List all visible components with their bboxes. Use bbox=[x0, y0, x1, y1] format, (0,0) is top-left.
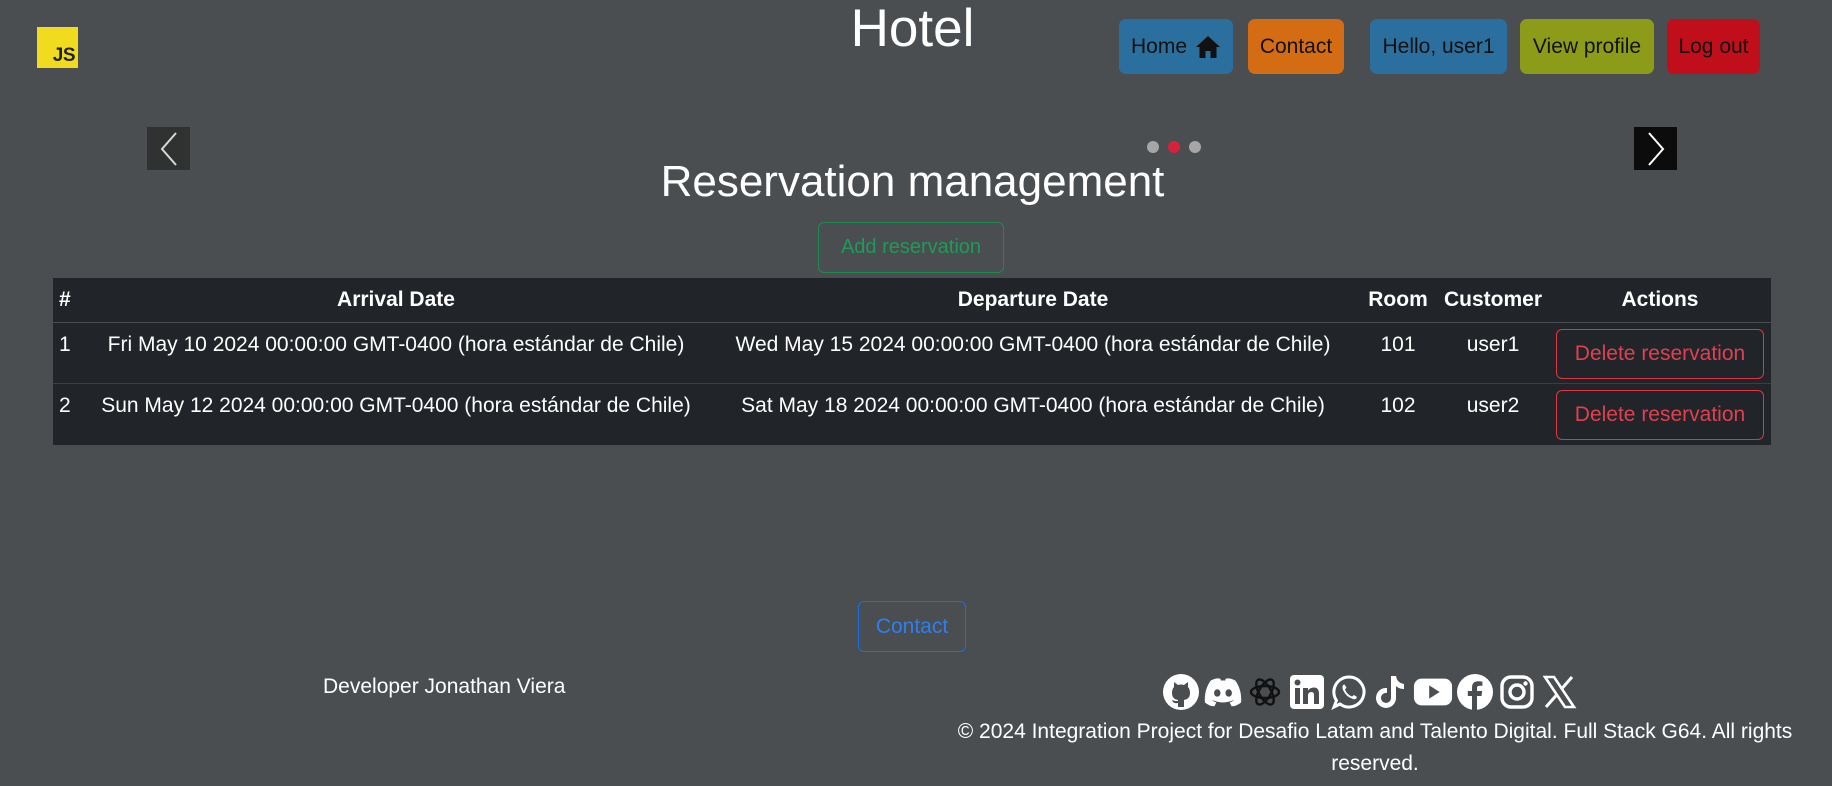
social-links bbox=[1161, 672, 1579, 712]
customer-name: user1 bbox=[1437, 322, 1549, 384]
copyright-text: © 2024 Integration Project for Desafio L… bbox=[957, 720, 1793, 775]
user-greeting-button[interactable]: Hello, user1 bbox=[1370, 19, 1507, 74]
customer-name: user2 bbox=[1466, 394, 1520, 417]
carousel-indicators bbox=[1147, 141, 1201, 153]
departure-date: Wed May 15 2024 00:00:00 GMT-0400 (hora … bbox=[707, 322, 1359, 384]
room-number: 101 bbox=[1359, 322, 1437, 384]
departure-date: Sat May 18 2024 00:00:00 GMT-0400 (hora … bbox=[741, 394, 1325, 417]
table-row: 2 Sun May 12 2024 00:00:00 GMT-0400 (hor… bbox=[53, 384, 1771, 445]
column-header-actions: Actions bbox=[1549, 278, 1771, 323]
actions-cell: Delete reservation bbox=[1549, 322, 1771, 384]
page-title: Reservation management bbox=[660, 157, 1165, 206]
column-header-arrival: Arrival Date bbox=[85, 278, 707, 323]
github-icon[interactable] bbox=[1161, 672, 1201, 712]
arrival-date: Sun May 12 2024 00:00:00 GMT-0400 (hora … bbox=[101, 394, 691, 417]
discord-icon[interactable] bbox=[1203, 672, 1243, 712]
facebook-icon[interactable] bbox=[1455, 672, 1495, 712]
linkedin-icon[interactable] bbox=[1287, 672, 1327, 712]
contact-nav-button[interactable]: Contact bbox=[1248, 19, 1344, 74]
column-header-number: # bbox=[53, 278, 85, 323]
developer-credit: Developer Jonathan Viera bbox=[323, 675, 566, 698]
actions-cell: Delete reservation bbox=[1549, 384, 1771, 445]
room-number: 102 bbox=[1380, 394, 1416, 417]
tiktok-icon[interactable] bbox=[1371, 672, 1411, 712]
carousel-dot[interactable] bbox=[1147, 141, 1159, 153]
youtube-icon[interactable] bbox=[1413, 672, 1453, 712]
x-icon[interactable] bbox=[1539, 672, 1579, 712]
add-reservation-button[interactable]: Add reservation bbox=[818, 222, 1004, 273]
column-header-departure: Departure Date bbox=[707, 278, 1359, 323]
home-button[interactable]: Home bbox=[1119, 19, 1233, 74]
arrival-date: Fri May 10 2024 00:00:00 GMT-0400 (hora … bbox=[85, 322, 707, 384]
logout-button[interactable]: Log out bbox=[1667, 19, 1760, 74]
footer-contact-button[interactable]: Contact bbox=[858, 601, 966, 652]
home-icon bbox=[1196, 35, 1221, 58]
delete-reservation-button[interactable]: Delete reservation bbox=[1556, 390, 1764, 440]
reservations-table: # Arrival Date Departure Date Room Custo… bbox=[53, 278, 1771, 445]
delete-reservation-button[interactable]: Delete reservation bbox=[1556, 329, 1764, 379]
column-header-customer: Customer bbox=[1437, 278, 1549, 323]
instagram-icon[interactable] bbox=[1497, 672, 1537, 712]
openai-icon[interactable] bbox=[1245, 672, 1285, 712]
carousel-dot-active[interactable] bbox=[1168, 141, 1180, 153]
row-number: 1 bbox=[53, 322, 85, 384]
whatsapp-icon[interactable] bbox=[1329, 672, 1369, 712]
carousel-dot[interactable] bbox=[1189, 141, 1201, 153]
row-number: 2 bbox=[59, 394, 71, 417]
table-header-row: # Arrival Date Departure Date Room Custo… bbox=[53, 278, 1771, 323]
view-profile-button[interactable]: View profile bbox=[1520, 19, 1654, 74]
column-header-room: Room bbox=[1359, 278, 1437, 323]
table-row: 1 Fri May 10 2024 00:00:00 GMT-0400 (hor… bbox=[53, 322, 1771, 384]
